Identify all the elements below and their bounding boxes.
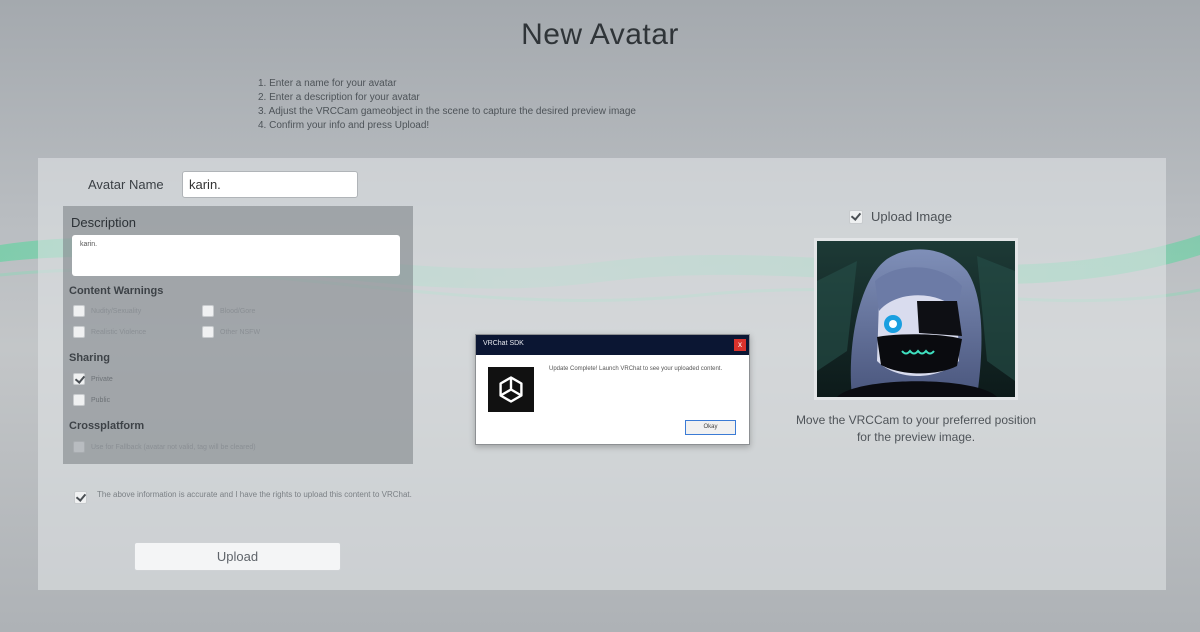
instruction-step-2: 2. Enter a description for your avatar	[258, 92, 420, 103]
warning-nsfw-checkbox[interactable]	[202, 326, 214, 338]
warning-violence-row[interactable]: Realistic Violence	[73, 326, 146, 338]
instruction-step-4: 4. Confirm your info and press Upload!	[258, 120, 430, 131]
dialog-title: VRChat SDK	[483, 340, 524, 347]
instruction-step-3: 3. Adjust the VRCCam gameobject in the s…	[258, 106, 636, 117]
crossplatform-heading: Crossplatform	[69, 420, 145, 432]
unity-logo-icon	[488, 367, 534, 412]
avatar-preview-picture	[817, 241, 1015, 397]
dialog-body: Update Complete! Launch VRChat to see yo…	[476, 355, 749, 444]
okay-button[interactable]: Okay	[685, 420, 736, 435]
warning-nudity-checkbox[interactable]	[73, 305, 85, 317]
upload-button[interactable]: Upload	[134, 542, 341, 571]
sharing-private-label: Private	[91, 375, 113, 383]
fallback-row[interactable]: Use for Fallback (avatar not valid, tag …	[73, 441, 256, 453]
description-input[interactable]: karin.	[72, 235, 400, 276]
agreement-checkbox[interactable]	[74, 491, 87, 504]
description-label: Description	[71, 215, 137, 230]
warning-blood-row[interactable]: Blood/Gore	[202, 305, 255, 317]
page-title: New Avatar	[521, 18, 679, 51]
instruction-step-1: 1. Enter a name for your avatar	[258, 78, 397, 89]
upload-image-label: Upload Image	[871, 209, 952, 224]
preview-caption: Move the VRCCam to your preferred positi…	[795, 413, 1037, 444]
sharing-public-row[interactable]: Public	[73, 394, 110, 406]
warning-nsfw-label: Other NSFW	[220, 328, 261, 336]
avatar-name-label: Avatar Name	[88, 177, 164, 192]
sharing-heading: Sharing	[69, 352, 110, 364]
warning-violence-label: Realistic Violence	[91, 328, 147, 336]
warning-nsfw-row[interactable]: Other NSFW	[202, 326, 260, 338]
content-warnings-heading: Content Warnings	[69, 285, 164, 297]
upload-image-row[interactable]: Upload Image	[849, 209, 952, 224]
instructions-list: 1. Enter a name for your avatar 2. Enter…	[258, 77, 636, 133]
sharing-public-checkbox[interactable]	[73, 394, 85, 406]
fallback-checkbox[interactable]	[73, 441, 85, 453]
warning-violence-checkbox[interactable]	[73, 326, 85, 338]
warning-blood-label: Blood/Gore	[220, 307, 256, 315]
warning-nudity-label: Nudity/Sexuality	[91, 307, 142, 315]
warning-nudity-row[interactable]: Nudity/Sexuality	[73, 305, 141, 317]
vrchat-sdk-dialog: VRChat SDK x Update Complete! Launch VRC…	[475, 334, 750, 445]
agreement-row[interactable]: The above information is accurate and I …	[74, 489, 417, 504]
avatar-name-input[interactable]: karin.	[182, 171, 358, 198]
preview-image	[814, 238, 1018, 400]
dialog-titlebar: VRChat SDK x	[476, 335, 749, 355]
sharing-private-row[interactable]: Private	[73, 373, 113, 385]
fallback-label: Use for Fallback (avatar not valid, tag …	[91, 443, 256, 451]
upload-image-checkbox[interactable]	[849, 209, 863, 224]
dialog-close-button[interactable]: x	[734, 339, 746, 351]
warning-blood-checkbox[interactable]	[202, 305, 214, 317]
dialog-message: Update Complete! Launch VRChat to see yo…	[549, 366, 723, 372]
sharing-public-label: Public	[91, 396, 111, 404]
agreement-text: The above information is accurate and I …	[97, 490, 412, 499]
sharing-private-checkbox[interactable]	[73, 373, 85, 385]
